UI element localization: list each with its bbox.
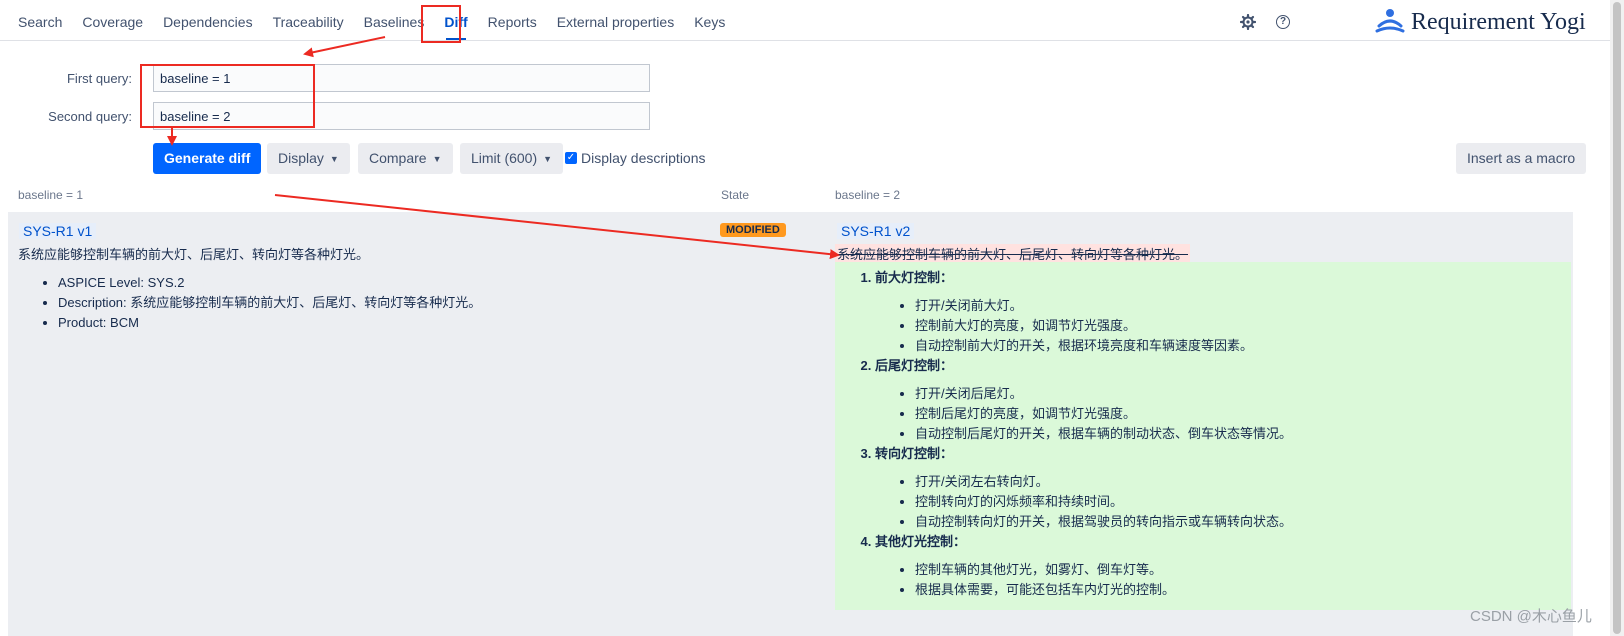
nav-dependencies[interactable]: Dependencies xyxy=(153,0,263,40)
nav-baselines[interactable]: Baselines xyxy=(354,0,435,40)
brand-logo[interactable]: Requirement Yogi xyxy=(1375,8,1586,36)
column-header-right: baseline = 2 xyxy=(835,188,901,202)
bullet-item: 控制后尾灯的亮度，如调节灯光强度。 xyxy=(915,404,1571,424)
section-item: 前大灯控制： 打开/关闭前大灯。 控制前大灯的亮度，如调节灯光强度。 自动控制前… xyxy=(875,268,1571,356)
bullet-item: 控制车辆的其他灯光，如雾灯、倒车灯等。 xyxy=(915,560,1571,580)
nav-reports[interactable]: Reports xyxy=(478,0,547,40)
compare-dropdown-label: Compare xyxy=(369,150,427,166)
nav-coverage[interactable]: Coverage xyxy=(72,0,153,40)
nav-diff[interactable]: Diff xyxy=(434,0,477,40)
section-bullets: 控制车辆的其他灯光，如雾灯、倒车灯等。 根据具体需要，可能还包括车内灯光的控制。 xyxy=(875,560,1571,600)
nav-external-properties[interactable]: External properties xyxy=(547,0,685,40)
chevron-down-icon: ▼ xyxy=(432,154,442,164)
display-descriptions-toggle[interactable]: ✓ Display descriptions xyxy=(565,150,706,166)
bullet-item: 自动控制前大灯的开关，根据环境亮度和车辆速度等因素。 xyxy=(915,336,1571,356)
right-requirement-key[interactable]: SYS-R1 v2 xyxy=(837,223,915,239)
property-item: ASPICE Level: SYS.2 xyxy=(58,273,481,293)
section-item: 其他灯光控制： 控制车辆的其他灯光，如雾灯、倒车灯等。 根据具体需要，可能还包括… xyxy=(875,532,1571,600)
column-header-state: State xyxy=(721,188,750,202)
section-bullets: 打开/关闭后尾灯。 控制后尾灯的亮度，如调节灯光强度。 自动控制后尾灯的开关，根… xyxy=(875,384,1571,444)
first-query-input[interactable] xyxy=(153,64,650,92)
section-item: 后尾灯控制： 打开/关闭后尾灯。 控制后尾灯的亮度，如调节灯光强度。 自动控制后… xyxy=(875,356,1571,444)
chevron-down-icon: ▼ xyxy=(543,154,553,164)
section-title: 后尾灯控制： xyxy=(875,358,954,373)
left-properties-list: ASPICE Level: SYS.2 Description: 系统应能够控制… xyxy=(18,273,481,333)
section-item: 转向灯控制： 打开/关闭左右转向灯。 控制转向灯的闪烁频率和持续时间。 自动控制… xyxy=(875,444,1571,532)
added-sections-list: 前大灯控制： 打开/关闭前大灯。 控制前大灯的亮度，如调节灯光强度。 自动控制前… xyxy=(835,268,1571,600)
insert-macro-button[interactable]: Insert as a macro xyxy=(1456,143,1587,174)
chevron-down-icon: ▼ xyxy=(329,154,339,164)
section-title: 转向灯控制： xyxy=(875,446,954,461)
section-bullets: 打开/关闭左右转向灯。 控制转向灯的闪烁频率和持续时间。 自动控制转向灯的开关，… xyxy=(875,472,1571,532)
limit-dropdown[interactable]: Limit (600) ▼ xyxy=(460,143,564,174)
state-badge: MODIFIED xyxy=(720,223,786,237)
help-icon[interactable]: ? xyxy=(1276,15,1290,29)
section-title: 其他灯光控制： xyxy=(875,534,967,549)
bullet-item: 控制转向灯的闪烁频率和持续时间。 xyxy=(915,492,1571,512)
scrollbar-thumb[interactable] xyxy=(1613,2,1621,634)
bullet-item: 自动控制转向灯的开关，根据驾驶员的转向指示或车辆转向状态。 xyxy=(915,512,1571,532)
bullet-item: 控制前大灯的亮度，如调节灯光强度。 xyxy=(915,316,1571,336)
nav-traceability[interactable]: Traceability xyxy=(263,0,354,40)
display-dropdown[interactable]: Display ▼ xyxy=(267,143,350,174)
bullet-item: 自动控制后尾灯的开关，根据车辆的制动状态、倒车状态等情况。 xyxy=(915,424,1571,444)
vertical-scrollbar[interactable] xyxy=(1610,0,1624,636)
property-item: Description: 系统应能够控制车辆的前大灯、后尾灯、转向灯等各种灯光。 xyxy=(58,293,481,313)
checkbox-checked-icon[interactable]: ✓ xyxy=(565,152,577,164)
left-requirement-content: 系统应能够控制车辆的前大灯、后尾灯、转向灯等各种灯光。 ASPICE Level… xyxy=(18,244,481,333)
generate-diff-button[interactable]: Generate diff xyxy=(153,143,262,174)
added-description: 前大灯控制： 打开/关闭前大灯。 控制前大灯的亮度，如调节灯光强度。 自动控制前… xyxy=(835,262,1571,610)
left-description: 系统应能够控制车辆的前大灯、后尾灯、转向灯等各种灯光。 xyxy=(18,247,370,262)
nav-keys[interactable]: Keys xyxy=(684,0,735,40)
second-query-input[interactable] xyxy=(153,102,650,130)
section-title: 前大灯控制： xyxy=(875,270,954,285)
compare-dropdown[interactable]: Compare ▼ xyxy=(358,143,453,174)
bullet-item: 打开/关闭左右转向灯。 xyxy=(915,472,1571,492)
first-query-label: First query: xyxy=(66,71,132,86)
bullet-item: 根据具体需要，可能还包括车内灯光的控制。 xyxy=(915,580,1571,600)
yogi-logo-icon xyxy=(1375,8,1405,37)
bullet-item: 打开/关闭后尾灯。 xyxy=(915,384,1571,404)
left-requirement-key[interactable]: SYS-R1 v1 xyxy=(19,223,97,239)
display-dropdown-label: Display xyxy=(278,150,324,166)
removed-description: 系统应能够控制车辆的前大灯、后尾灯、转向灯等各种灯光。 xyxy=(835,244,1191,263)
brand-name: Requirement Yogi xyxy=(1411,8,1586,35)
gear-icon[interactable] xyxy=(1239,13,1257,31)
nav-search[interactable]: Search xyxy=(8,0,72,40)
bullet-item: 打开/关闭前大灯。 xyxy=(915,296,1571,316)
limit-dropdown-label: Limit (600) xyxy=(471,150,538,166)
top-navigation-bar: Search Coverage Dependencies Traceabilit… xyxy=(0,0,1610,41)
column-header-left: baseline = 1 xyxy=(18,188,84,202)
second-query-label: Second query: xyxy=(48,109,132,124)
display-descriptions-label: Display descriptions xyxy=(581,150,706,166)
section-bullets: 打开/关闭前大灯。 控制前大灯的亮度，如调节灯光强度。 自动控制前大灯的开关，根… xyxy=(875,296,1571,356)
watermark: CSDN @木心鱼儿 xyxy=(1470,608,1592,625)
main-nav: Search Coverage Dependencies Traceabilit… xyxy=(8,0,735,40)
property-item: Product: BCM xyxy=(58,313,481,333)
